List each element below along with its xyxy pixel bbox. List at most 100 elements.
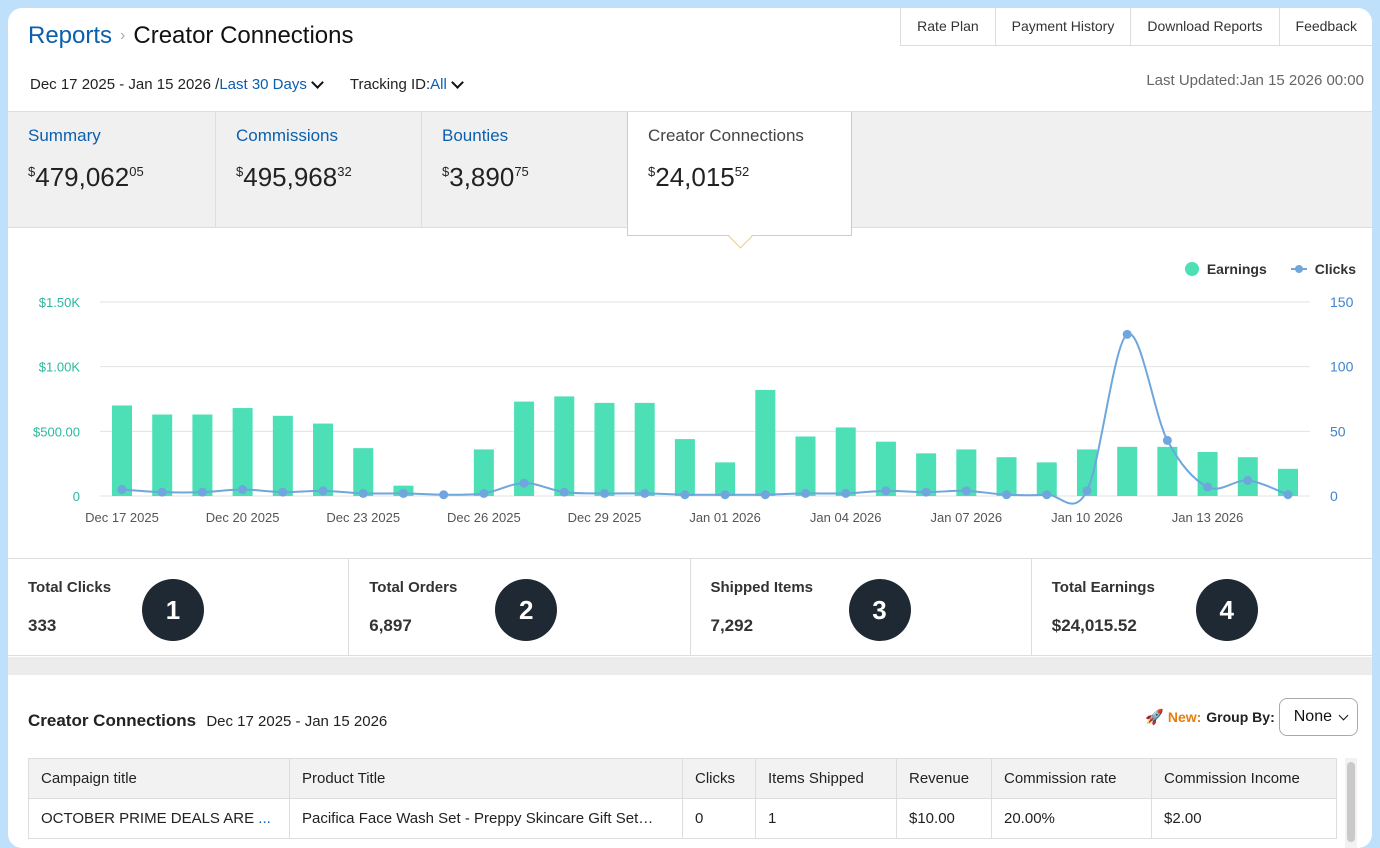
y-left-tick-label: 0 (73, 489, 80, 504)
clicks-point (439, 490, 449, 500)
clicks-point (720, 490, 730, 500)
clicks-point (278, 487, 288, 497)
clicks-point (238, 485, 248, 495)
tab-creator-connections[interactable]: Creator Connections $24,01552 (627, 112, 852, 236)
col-commission-rate[interactable]: Commission rate (991, 758, 1152, 799)
y-right-tick-label: 150 (1330, 294, 1354, 310)
clicks-point (841, 488, 851, 498)
x-tick-label: Jan 04 2026 (810, 510, 882, 525)
rocket-icon: 🚀 (1145, 709, 1164, 726)
col-clicks[interactable]: Clicks (682, 758, 756, 799)
cell-clicks: 0 (682, 798, 756, 839)
cell-campaign: OCTOBER PRIME DEALS ARE ... (28, 798, 290, 839)
earnings-legend-icon (1184, 262, 1199, 276)
stats-row: Total Clicks 333 1 Total Orders 6,897 2 … (8, 558, 1372, 656)
section-heading: Creator Connections (28, 711, 197, 730)
y-right-tick-label: 100 (1330, 359, 1354, 375)
payment-history-link[interactable]: Payment History (996, 8, 1132, 45)
table-scrollbar[interactable] (1345, 758, 1357, 848)
x-tick-label: Dec 20 2025 (206, 510, 280, 525)
earnings-bar (192, 414, 213, 496)
tracking-id-dropdown[interactable]: All (430, 76, 447, 93)
stat-shipped-items: Shipped Items 7,292 3 (691, 559, 1032, 655)
x-tick-label: Jan 10 2026 (1051, 510, 1123, 525)
clicks-point (1162, 435, 1172, 445)
table-section-title: Creator Connections Dec 17 2025 - Jan 15… (28, 711, 387, 731)
clicks-point (479, 488, 489, 498)
earnings-bar (152, 414, 173, 496)
clicks-point (680, 490, 690, 500)
chevron-down-icon[interactable] (450, 75, 464, 89)
scrollbar-thumb[interactable] (1347, 762, 1355, 842)
col-items-shipped[interactable]: Items Shipped (755, 758, 897, 799)
cell-revenue: $10.00 (896, 798, 992, 839)
y-right-tick-label: 50 (1330, 423, 1346, 439)
earnings-bar (996, 457, 1017, 496)
download-reports-link[interactable]: Download Reports (1131, 8, 1280, 45)
tab-bounties[interactable]: Bounties $3,89075 (422, 112, 628, 227)
cell-product[interactable]: Pacifica Face Wash Set - Preppy Skincare… (289, 798, 683, 839)
clicks-point (1203, 482, 1213, 492)
earnings-bar (634, 402, 655, 496)
clicks-point (398, 488, 408, 498)
stat-total-orders: Total Orders 6,897 2 (349, 559, 691, 655)
y-right-tick-label: 0 (1330, 488, 1338, 504)
tab-label: Creator Connections (648, 126, 804, 145)
section-divider (8, 657, 1372, 675)
earnings-bar (795, 436, 816, 496)
earnings-bar (1117, 446, 1138, 496)
chart-svg: 0 0 $500.00 50 $1.00K 100 $1.50K 150 Dec 17 2025… (33, 294, 1354, 525)
tab-label: Commissions (236, 126, 339, 145)
date-range-text: Dec 17 2025 - Jan 15 2026 / (30, 76, 220, 93)
clicks-point (157, 487, 167, 497)
clicks-point (519, 478, 529, 488)
tab-commissions[interactable]: Commissions $495,96832 (216, 112, 422, 227)
page-title: Creator Connections (133, 22, 354, 49)
chevron-down-icon (1338, 710, 1349, 720)
legend-clicks[interactable]: Clicks (1315, 261, 1356, 277)
tab-label: Summary (28, 126, 101, 145)
x-tick-label: Jan 07 2026 (931, 510, 1003, 525)
cell-commission-rate: 20.00% (991, 798, 1152, 839)
clicks-point (1082, 486, 1092, 496)
earnings-bar (353, 448, 374, 496)
new-label: New: (1167, 709, 1202, 725)
x-tick-label: Dec 29 2025 (568, 510, 642, 525)
x-tick-label: Jan 13 2026 (1172, 510, 1244, 525)
expand-ellipsis[interactable]: ... (258, 810, 271, 827)
col-campaign-title[interactable]: Campaign title (28, 758, 290, 799)
chevron-down-icon[interactable] (310, 75, 324, 89)
earnings-bar (835, 427, 856, 496)
report-tabs: Summary $479,06205 Commissions $495,9683… (8, 111, 1372, 236)
x-tick-label: Dec 23 2025 (326, 510, 400, 525)
clicks-point (961, 486, 971, 496)
period-dropdown[interactable]: Last 30 Days (219, 76, 307, 93)
legend-earnings[interactable]: Earnings (1207, 261, 1267, 277)
breadcrumb-reports-link[interactable]: Reports (28, 22, 112, 50)
col-product-title[interactable]: Product Title (289, 758, 683, 799)
earnings-bar (313, 423, 334, 496)
col-revenue[interactable]: Revenue (896, 758, 992, 799)
tracking-id-label: Tracking ID: (349, 76, 431, 93)
group-by-label: Group By: (1206, 709, 1275, 725)
clicks-point (197, 487, 207, 497)
clicks-point (1283, 490, 1293, 500)
table-row: OCTOBER PRIME DEALS ARE ... Pacifica Fac… (28, 798, 1337, 839)
cell-items-shipped: 1 (755, 798, 897, 839)
clicks-point (921, 487, 931, 497)
last-updated: Last Updated:Jan 15 2026 00:00 (1146, 72, 1364, 89)
group-by-value: None (1293, 708, 1332, 725)
rate-plan-link[interactable]: Rate Plan (901, 8, 996, 45)
y-left-tick-label: $1.00K (39, 360, 81, 375)
clicks-point (1122, 329, 1132, 339)
group-by-select[interactable]: None (1278, 698, 1358, 736)
col-commission-income[interactable]: Commission Income (1151, 758, 1337, 799)
earnings-bar (674, 439, 695, 496)
tab-summary[interactable]: Summary $479,06205 (8, 112, 216, 227)
clicks-point (599, 488, 609, 498)
feedback-link[interactable]: Feedback (1280, 8, 1372, 45)
clicks-legend-icon (1290, 265, 1307, 273)
y-left-tick-label: $1.50K (39, 295, 81, 310)
clicks-point (760, 490, 770, 500)
clicks-point (1243, 475, 1253, 485)
